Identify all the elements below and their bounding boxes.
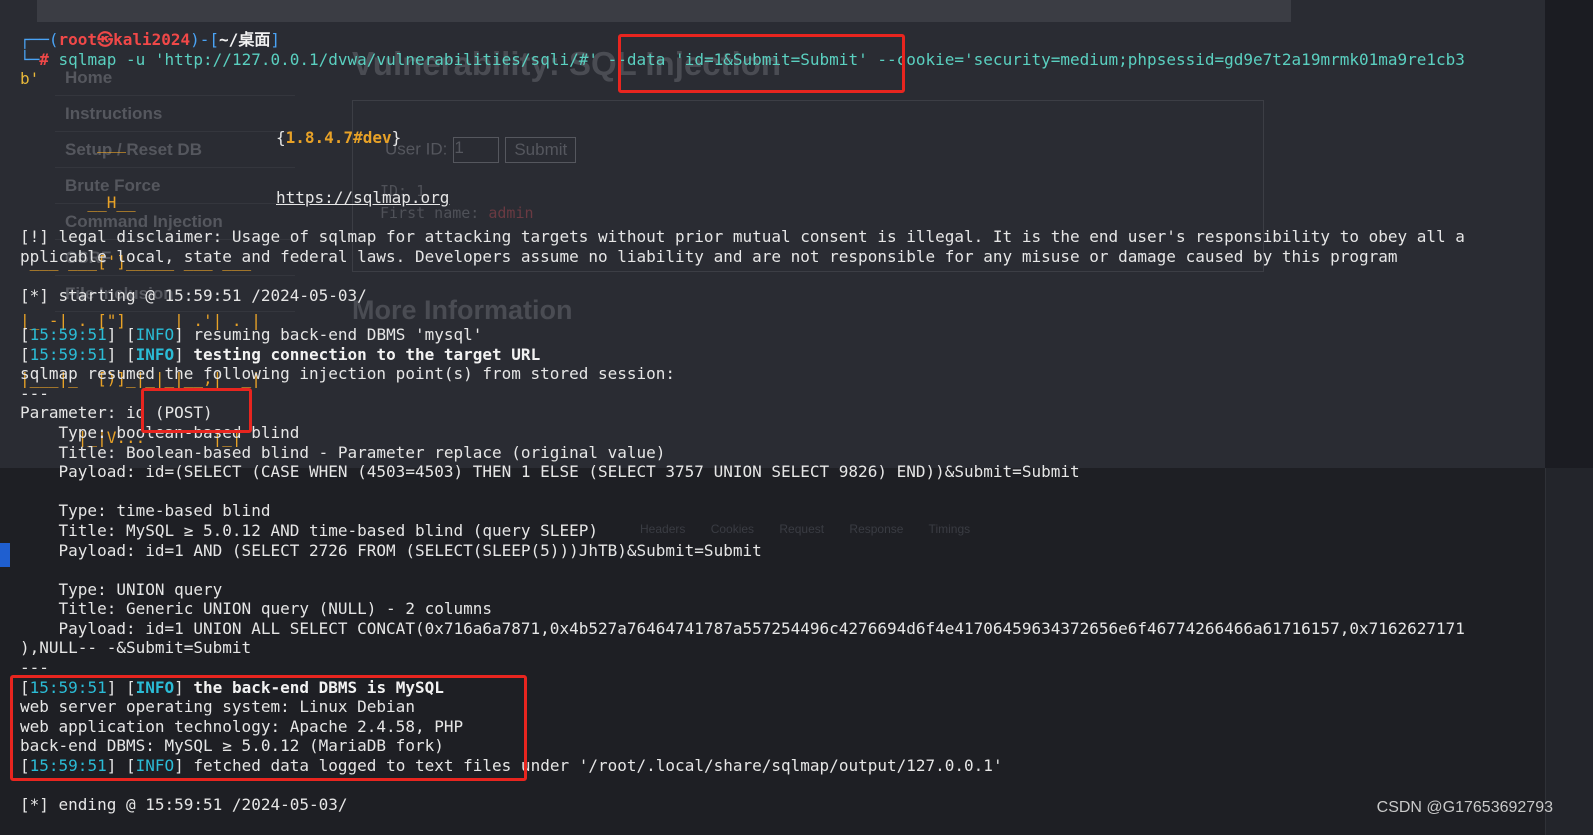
injection-type: Type: UNION query xyxy=(20,579,223,599)
prompt-path: ~/桌面 xyxy=(219,30,271,49)
injection-title: Title: MySQL ≥ 5.0.12 AND time-based bli… xyxy=(20,520,598,540)
user-id-select: 1 xyxy=(453,137,500,163)
sqlmap-url-link[interactable]: https://sqlmap.org xyxy=(276,188,449,207)
highlight-box-post xyxy=(141,388,252,433)
background-devtools-sidebar xyxy=(1545,468,1593,835)
resumed-line: sqlmap resumed the following injection p… xyxy=(20,364,676,384)
result-first-name-value: admin xyxy=(488,204,534,222)
starting-line: [*] starting @ 15:59:51 /2024-05-03/ xyxy=(20,285,367,305)
injection-payload: Payload: id=1 AND (SELECT 2726 FROM (SEL… xyxy=(20,540,762,560)
version-number: 1.8.4.7#dev xyxy=(285,128,392,147)
prompt-user: root xyxy=(58,30,98,49)
background-submit-button: Submit xyxy=(505,137,577,163)
injection-title: Title: Generic UNION query (NULL) - 2 co… xyxy=(20,599,493,619)
sqlmap-version: {1.8.4.7#dev} xyxy=(276,128,402,147)
log-line: [15:59:51] [INFO] resuming back-end DBMS… xyxy=(20,324,483,344)
highlight-box-dbms-result xyxy=(10,675,527,781)
logo-line: __H__ xyxy=(20,192,136,212)
prompt-at-symbol: ㉿ xyxy=(97,30,114,49)
disclaimer-line-2: pplicable local, state and federal laws.… xyxy=(20,246,1398,266)
disclaimer-line-1: [!] legal disclaimer: Usage of sqlmap fo… xyxy=(20,227,1465,246)
csdn-watermark: CSDN @G17653692793 xyxy=(1376,799,1553,816)
background-user-id-form: User ID: 1 Submit xyxy=(385,137,577,163)
injection-type: Type: time-based blind xyxy=(20,501,271,521)
injection-payload-wrap: ),NULL-- -&Submit=Submit xyxy=(20,638,252,658)
ending-line: [*] ending @ 15:59:51 /2024-05-03/ xyxy=(20,795,348,815)
injection-payload: Payload: id=1 UNION ALL SELECT CONCAT(0x… xyxy=(20,618,1465,638)
background-browser-header xyxy=(37,0,1291,22)
background-selected-request-marker xyxy=(0,543,10,567)
log-line: [15:59:51] [INFO] testing connection to … xyxy=(20,344,541,364)
injection-payload: Payload: id=(SELECT (CASE WHEN (4503=450… xyxy=(20,462,1080,482)
prompt-host: kali2024 xyxy=(113,30,191,49)
injection-title: Title: Boolean-based blind - Parameter r… xyxy=(20,442,666,462)
highlight-box-data-param xyxy=(618,34,905,93)
logo-line: ___ xyxy=(20,134,126,154)
